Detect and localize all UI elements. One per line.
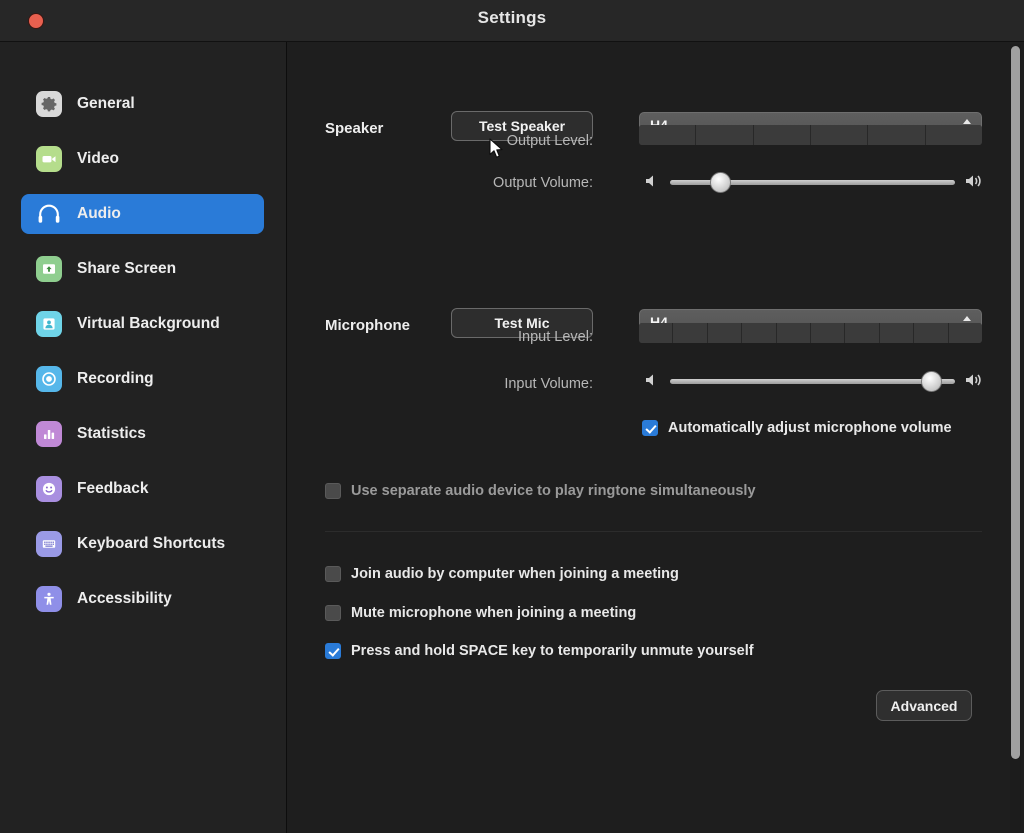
join-audio-by-computer-label: Join audio by computer when joining a me… bbox=[351, 566, 679, 582]
sidebar-item-keyboard-shortcuts[interactable]: Keyboard Shortcuts bbox=[21, 524, 264, 564]
content-pane: Speaker Test Speaker H4 Output Level: Ou… bbox=[288, 42, 1024, 833]
mute-mic-on-join-checkbox[interactable] bbox=[325, 605, 341, 621]
settings-window: Settings General Video Audio Share Screen Vi… bbox=[0, 0, 1024, 833]
smiley-face-icon bbox=[36, 476, 62, 502]
mute-mic-on-join-label: Mute microphone when joining a meeting bbox=[351, 605, 637, 621]
press-space-unmute-checkbox[interactable] bbox=[325, 643, 341, 659]
press-space-unmute-label: Press and hold SPACE key to temporarily … bbox=[351, 643, 754, 659]
speaker-low-icon bbox=[643, 173, 659, 194]
sidebar-item-video[interactable]: Video bbox=[21, 139, 264, 179]
sidebar-item-recording[interactable]: Recording bbox=[21, 359, 264, 399]
speaker-section-label: Speaker bbox=[325, 120, 384, 137]
output-level-label: Output Level: bbox=[506, 133, 593, 149]
sidebar-item-label: Keyboard Shortcuts bbox=[77, 535, 226, 552]
mute-mic-on-join-checkbox-row[interactable]: Mute microphone when joining a meeting bbox=[325, 605, 636, 621]
sidebar-item-accessibility[interactable]: Accessibility bbox=[21, 579, 264, 619]
output-volume-thumb[interactable] bbox=[710, 172, 731, 193]
level-segment bbox=[673, 323, 708, 343]
level-segment bbox=[810, 125, 869, 145]
video-camera-icon bbox=[36, 146, 62, 172]
scrollbar-thumb[interactable] bbox=[1011, 46, 1020, 759]
auto-adjust-mic-volume-checkbox-row[interactable]: Automatically adjust microphone volume bbox=[642, 420, 952, 436]
sidebar-item-audio[interactable]: Audio bbox=[21, 194, 264, 234]
level-segment bbox=[776, 323, 812, 343]
input-volume-track bbox=[670, 379, 955, 384]
input-volume-label: Input Volume: bbox=[504, 376, 593, 392]
headphones-icon bbox=[36, 201, 62, 227]
input-level-label: Input Level: bbox=[518, 329, 593, 345]
level-segment bbox=[868, 125, 926, 145]
sidebar-item-label: Accessibility bbox=[77, 590, 172, 607]
auto-adjust-mic-volume-checkbox[interactable] bbox=[642, 420, 658, 436]
output-volume-slider[interactable] bbox=[670, 172, 955, 194]
auto-adjust-mic-volume-label: Automatically adjust microphone volume bbox=[668, 420, 952, 436]
page-title: Settings bbox=[477, 8, 547, 27]
sidebar: General Video Audio Share Screen Virtual Bac… bbox=[0, 42, 287, 833]
speaker-high-icon bbox=[964, 372, 984, 393]
sidebar-item-general[interactable]: General bbox=[21, 84, 264, 124]
sidebar-item-label: General bbox=[77, 95, 135, 112]
output-level-meter bbox=[639, 125, 982, 145]
sidebar-item-label: Feedback bbox=[77, 480, 149, 497]
sidebar-item-label: Video bbox=[77, 150, 119, 167]
level-segment bbox=[811, 323, 846, 343]
speaker-low-icon bbox=[643, 372, 659, 393]
level-segment bbox=[948, 323, 982, 343]
join-audio-by-computer-checkbox-row[interactable]: Join audio by computer when joining a me… bbox=[325, 566, 679, 582]
section-divider bbox=[325, 531, 982, 532]
join-audio-by-computer-checkbox[interactable] bbox=[325, 566, 341, 582]
record-circle-icon bbox=[36, 366, 62, 392]
input-volume-thumb[interactable] bbox=[921, 371, 942, 392]
sidebar-item-label: Audio bbox=[77, 205, 121, 222]
sidebar-item-label: Share Screen bbox=[77, 260, 177, 277]
level-segment bbox=[696, 125, 754, 145]
level-segment bbox=[925, 125, 982, 145]
level-segment bbox=[639, 323, 674, 343]
advanced-button[interactable]: Advanced bbox=[876, 690, 972, 721]
level-segment bbox=[742, 323, 777, 343]
input-level-meter bbox=[639, 323, 982, 343]
level-segment bbox=[845, 323, 880, 343]
keyboard-icon bbox=[36, 531, 62, 557]
sidebar-item-label: Statistics bbox=[77, 425, 146, 442]
accessibility-icon bbox=[36, 586, 62, 612]
vertical-scrollbar[interactable] bbox=[1010, 44, 1021, 830]
separate-ringtone-device-label: Use separate audio device to play ringto… bbox=[351, 483, 756, 499]
sidebar-item-feedback[interactable]: Feedback bbox=[21, 469, 264, 509]
sidebar-item-virtual-background[interactable]: Virtual Background bbox=[21, 304, 264, 344]
sidebar-item-label: Virtual Background bbox=[77, 315, 220, 332]
sidebar-item-share-screen[interactable]: Share Screen bbox=[21, 249, 264, 289]
sidebar-item-statistics[interactable]: Statistics bbox=[21, 414, 264, 454]
separate-ringtone-device-checkbox-row[interactable]: Use separate audio device to play ringto… bbox=[325, 483, 756, 499]
level-segment bbox=[707, 323, 743, 343]
level-segment bbox=[753, 125, 811, 145]
separate-ringtone-device-checkbox[interactable] bbox=[325, 483, 341, 499]
level-segment bbox=[639, 125, 697, 145]
sidebar-item-label: Recording bbox=[77, 370, 154, 387]
title-bar: Settings bbox=[0, 0, 1024, 42]
output-volume-label: Output Volume: bbox=[493, 175, 593, 191]
speaker-high-icon bbox=[964, 173, 984, 194]
bar-chart-icon bbox=[36, 421, 62, 447]
level-segment bbox=[914, 323, 949, 343]
press-space-unmute-checkbox-row[interactable]: Press and hold SPACE key to temporarily … bbox=[325, 643, 754, 659]
person-card-icon bbox=[36, 311, 62, 337]
gear-icon bbox=[36, 91, 62, 117]
input-volume-slider[interactable] bbox=[670, 371, 955, 393]
level-segment bbox=[879, 323, 915, 343]
share-screen-icon bbox=[36, 256, 62, 282]
